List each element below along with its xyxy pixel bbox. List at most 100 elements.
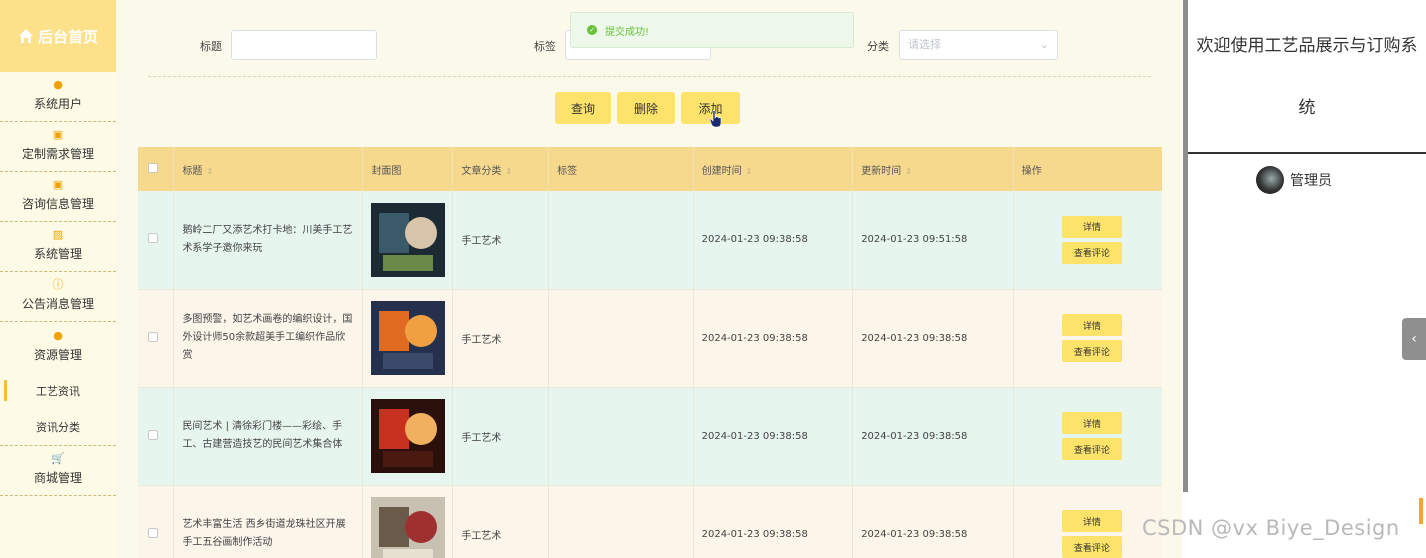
- welcome-text: 欢迎使用工艺品展示与订购系 统: [1188, 26, 1426, 128]
- column-header-title[interactable]: 标题 ⇕: [173, 147, 364, 191]
- column-header-label: 标签: [557, 165, 578, 177]
- title-cell: 多图预警，如艺术画卷的编织设计，国外设计师50余款超美手工编织作品欣赏: [173, 289, 364, 388]
- sidebar-subitem-label: 工艺资讯: [36, 384, 80, 398]
- category-cell: 手工艺术: [452, 387, 550, 486]
- detail-button[interactable]: 详情: [1061, 510, 1122, 532]
- sidebar-item-custom-demand[interactable]: ▣ 定制需求管理: [0, 122, 116, 172]
- cover-image[interactable]: [371, 399, 446, 473]
- view-comments-button[interactable]: 查看评论: [1061, 536, 1122, 558]
- sidebar-item-label: 系统用户: [33, 97, 82, 111]
- cover-image[interactable]: [371, 202, 446, 277]
- sidebar-item-shop[interactable]: 🛒 商城管理: [0, 446, 116, 496]
- location-icon: ●: [53, 329, 63, 342]
- sidebar-item-label: 公告消息管理: [21, 297, 94, 311]
- sidebar-item-users[interactable]: ● 系统用户: [0, 72, 116, 122]
- column-header-updated[interactable]: 更新时间 ⇕: [852, 147, 1014, 191]
- sort-icon: ⇕: [505, 166, 513, 176]
- table-body: 鹅岭二厂又添艺术打卡地：川美手工艺术系学子邀你来玩手工艺术 2024-01-23 …: [138, 191, 1162, 558]
- category-select[interactable]: 请选择 ⌄: [899, 30, 1058, 60]
- cover-cell: [362, 387, 454, 486]
- divider: [1188, 152, 1426, 154]
- view-comments-button[interactable]: 查看评论: [1061, 340, 1122, 362]
- query-button[interactable]: 查询: [555, 92, 611, 124]
- select-all-checkbox[interactable]: [148, 162, 158, 173]
- category-select-placeholder: 请选择: [908, 38, 941, 51]
- category-cell: 手工艺术: [452, 485, 550, 558]
- user-profile[interactable]: 管理员: [1256, 166, 1332, 194]
- sidebar-item-system[interactable]: ▨ 系统管理: [0, 222, 116, 272]
- created-cell: 2024-01-23 09:38:58: [693, 485, 854, 558]
- view-comments-button[interactable]: 查看评论: [1061, 438, 1122, 460]
- toast-message: 提交成功!: [605, 26, 650, 38]
- sidebar-subitem-news-category[interactable]: 资讯分类: [0, 409, 116, 446]
- news-table: 标题 ⇕ 封面图 文章分类 ⇕ 标签 创建时间 ⇕ 更新时间 ⇕ 操作 鹅岭二厂又添艺术…: [138, 147, 1162, 558]
- avatar: [1256, 166, 1284, 194]
- detail-button[interactable]: 详情: [1061, 314, 1122, 336]
- sort-icon: ⇕: [905, 166, 912, 176]
- actions-cell: 详情 查看评论: [1013, 387, 1162, 486]
- info-icon: ⓘ: [52, 278, 64, 291]
- cover-image[interactable]: [371, 497, 446, 558]
- category-filter-label: 分类: [867, 40, 889, 53]
- success-toast: ✓ 提交成功!: [570, 12, 854, 48]
- actions-cell: 详情 查看评论: [1013, 289, 1162, 388]
- hand-cursor-icon: [710, 110, 722, 128]
- row-checkbox[interactable]: [148, 527, 158, 538]
- delete-button[interactable]: 删除: [617, 92, 675, 124]
- detail-button[interactable]: 详情: [1061, 215, 1122, 238]
- sidebar-item-label: 系统管理: [33, 247, 82, 261]
- select-all-cell: [138, 147, 175, 191]
- right-panel: 欢迎使用工艺品展示与订购系 统 管理员: [1188, 0, 1426, 558]
- cover-cell: [362, 289, 454, 388]
- table-row: 艺术丰富生活 西乡街道龙珠社区开展手工五谷画制作活动 手工艺术 2024-01-23…: [138, 485, 1162, 558]
- user-icon: ●: [53, 78, 63, 91]
- actions-cell: 详情 查看评论: [1013, 485, 1162, 558]
- watermark: CSDN @vx Biye_Design: [1142, 516, 1400, 540]
- column-header-label: 操作: [1021, 165, 1042, 177]
- row-title: 鹅岭二厂又添艺术打卡地：川美手工艺术系学子邀你来玩: [182, 224, 353, 254]
- check-circle-icon: ✓: [587, 25, 597, 35]
- title-filter-input[interactable]: [231, 30, 377, 60]
- column-header-created[interactable]: 创建时间 ⇕: [693, 147, 854, 191]
- row-checkbox[interactable]: [148, 429, 158, 440]
- home-link[interactable]: 后台首页: [0, 0, 116, 72]
- table-row: 鹅岭二厂又添艺术打卡地：川美手工艺术系学子邀你来玩 手工艺术 2024-01-23 …: [138, 191, 1162, 290]
- created-cell: 2024-01-23 09:38:58: [693, 191, 854, 290]
- title-cell: 民间艺术 | 清徐彩门楼——彩绘、手工、古建营造技艺的民间艺术集合体: [173, 387, 364, 486]
- column-header-label: 标题: [182, 165, 203, 177]
- sidebar-item-notice[interactable]: ⓘ 公告消息管理: [0, 272, 116, 322]
- row-checkbox[interactable]: [148, 331, 158, 342]
- tag-cell: [548, 485, 694, 558]
- tag-cell: [548, 387, 694, 486]
- sidebar-subitem-craft-news[interactable]: 工艺资讯: [0, 372, 116, 409]
- title-cell: 鹅岭二厂又添艺术打卡地：川美手工艺术系学子邀你来玩: [173, 191, 364, 290]
- row-checkbox[interactable]: [148, 233, 158, 244]
- cover-cell: [362, 191, 454, 290]
- sidebar-item-label: 商城管理: [33, 471, 82, 485]
- chevron-left-icon: ‹: [1411, 331, 1417, 347]
- cover-cell: [362, 485, 454, 558]
- sidebar-menu: ● 系统用户 ▣ 定制需求管理 ▣ 咨询信息管理 ▨ 系统管理 ⓘ 公告消息管理…: [0, 72, 116, 496]
- column-header-category[interactable]: 文章分类 ⇕: [452, 147, 550, 191]
- row-select-cell: [138, 191, 175, 290]
- cover-image[interactable]: [371, 301, 446, 375]
- sort-icon: ⇕: [206, 166, 214, 176]
- home-icon: [18, 28, 34, 44]
- column-header-cover: 封面图: [362, 147, 454, 191]
- collapse-panel-button[interactable]: ‹: [1402, 318, 1426, 360]
- row-select-cell: [138, 289, 175, 388]
- sidebar-subitem-label: 资讯分类: [36, 421, 80, 434]
- row-select-cell: [138, 387, 175, 486]
- category-cell: 手工艺术: [452, 289, 550, 388]
- sidebar-item-resource[interactable]: ● 资源管理: [0, 322, 116, 372]
- image-icon: ▨: [52, 228, 64, 241]
- title-filter-label: 标题: [200, 40, 222, 53]
- sidebar-item-consult[interactable]: ▣ 咨询信息管理: [0, 172, 116, 222]
- detail-button[interactable]: 详情: [1061, 412, 1122, 434]
- table-header-row: 标题 ⇕ 封面图 文章分类 ⇕ 标签 创建时间 ⇕ 更新时间 ⇕ 操作: [138, 147, 1162, 191]
- user-name: 管理员: [1290, 173, 1332, 189]
- view-comments-button[interactable]: 查看评论: [1061, 241, 1122, 264]
- sidebar-item-label: 咨询信息管理: [21, 197, 94, 211]
- updated-cell: 2024-01-23 09:38:58: [852, 387, 1014, 486]
- cart-icon: 🛒: [51, 452, 65, 465]
